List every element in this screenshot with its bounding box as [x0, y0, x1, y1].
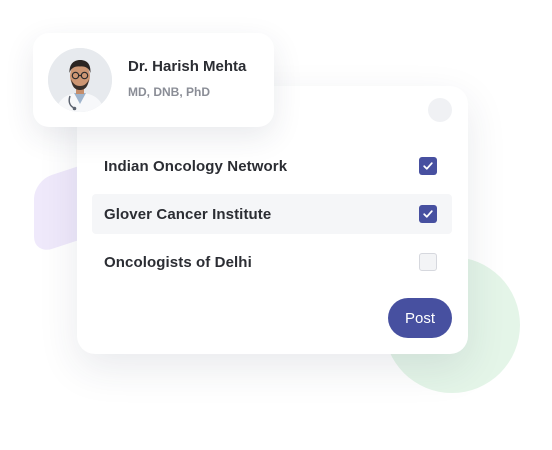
doctor-name: Dr. Harish Mehta [128, 58, 247, 75]
group-checkbox[interactable] [419, 205, 437, 223]
card-status-dot [428, 98, 452, 122]
list-item-group[interactable]: Glover Cancer Institute [92, 194, 452, 234]
group-label: Glover Cancer Institute [104, 205, 272, 223]
avatar [48, 48, 112, 112]
group-checkbox[interactable] [419, 157, 437, 175]
list-item-group[interactable]: Oncologists of Delhi [92, 242, 452, 282]
doctor-portrait-icon [48, 48, 112, 112]
post-button[interactable]: Post [388, 298, 452, 338]
list-item-group[interactable]: Indian Oncology Network [92, 146, 452, 186]
group-label: Indian Oncology Network [104, 157, 288, 175]
group-label: Oncologists of Delhi [104, 253, 252, 271]
doctor-credentials: MD, DNB, PhD [128, 85, 210, 99]
group-checkbox[interactable] [419, 253, 437, 271]
checkmark-icon [423, 210, 433, 218]
checkmark-icon [423, 162, 433, 170]
